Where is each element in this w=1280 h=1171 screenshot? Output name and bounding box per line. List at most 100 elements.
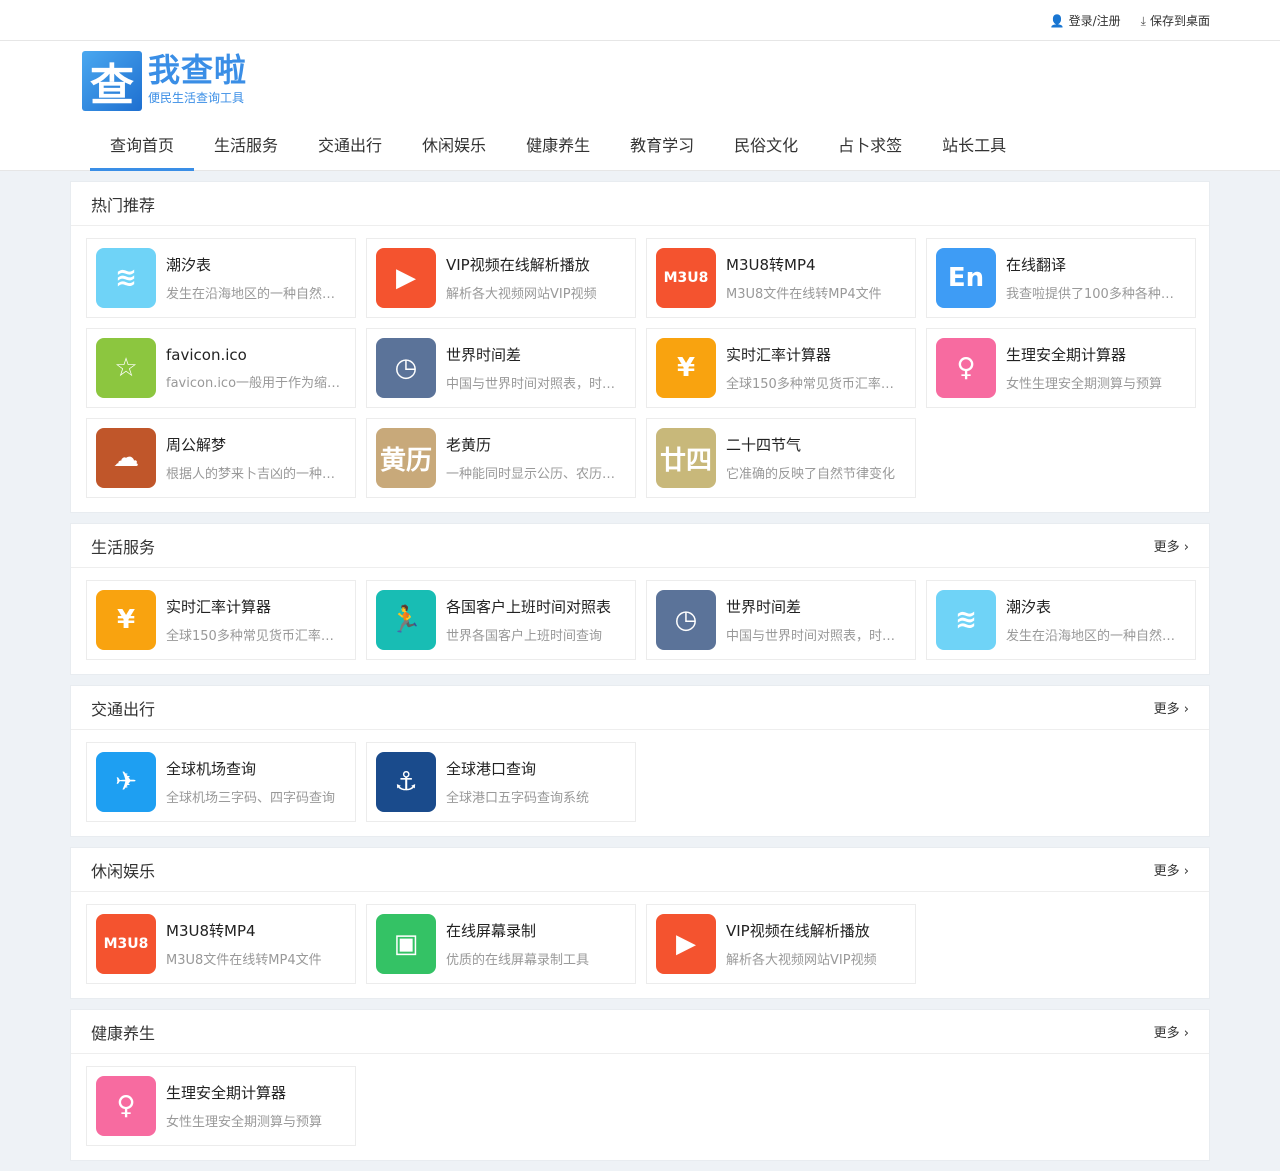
nav-item[interactable]: 查询首页: [90, 125, 195, 171]
tool-title: 全球港口查询: [446, 760, 537, 778]
tool-description: M3U8文件在线转MP4文件: [166, 953, 322, 968]
solar-terms-icon: 廿四: [656, 428, 716, 488]
nav-item[interactable]: 健康养生: [506, 125, 610, 171]
nav-item[interactable]: 交通出行: [298, 125, 402, 171]
user-icon: 👤: [1049, 14, 1065, 28]
tide-icon: ≋: [936, 590, 996, 650]
tool-card[interactable]: ¥ 实时汇率计算器 全球150多种常见货币汇率换算: [86, 580, 356, 660]
download-icon: ⤓: [1140, 14, 1146, 28]
section-title: 交通出行: [91, 699, 156, 719]
top-bar: 👤 登录/注册 ⤓ 保存到桌面: [0, 0, 1280, 41]
more-link[interactable]: 更多 ›: [1154, 1022, 1189, 1041]
more-link[interactable]: 更多 ›: [1154, 698, 1189, 717]
tool-info: 各国客户上班时间对照表 世界各国客户上班时间查询: [446, 596, 626, 644]
nav-item[interactable]: 站长工具: [922, 125, 1026, 171]
tool-info: 潮汐表 发生在沿海地区的一种自然现象: [1006, 596, 1186, 644]
section-3: 休闲娱乐 更多 › M3U8 M3U8转MP4 M3U8文件在线转MP4文件 ▣ 在线屏幕录…: [70, 847, 1210, 999]
tool-grid: ¥ 实时汇率计算器 全球150多种常见货币汇率换算 🏃 各国客户上班时间对照表 世界各国客…: [71, 568, 1209, 674]
tool-title: 世界时间差: [726, 598, 802, 616]
tool-card[interactable]: ♀ 生理安全期计算器 女性生理安全期测算与预算: [926, 328, 1196, 408]
tool-card[interactable]: ▣ 在线屏幕录制 优质的在线屏幕录制工具: [366, 904, 636, 984]
nav-item[interactable]: 占卜求签: [818, 125, 922, 171]
more-link[interactable]: 更多 ›: [1154, 860, 1189, 879]
tool-title: M3U8转MP4: [726, 256, 816, 274]
tool-description: 解析各大视频网站VIP视频: [726, 953, 877, 968]
tool-title: 世界时间差: [446, 346, 522, 364]
tool-title: 实时汇率计算器: [166, 598, 272, 616]
tool-info: 周公解梦 根据人的梦来卜吉凶的一种方法: [166, 434, 346, 482]
tool-description: 它准确的反映了自然节律变化: [726, 467, 896, 482]
tool-card[interactable]: ☁ 周公解梦 根据人的梦来卜吉凶的一种方法: [86, 418, 356, 498]
translate-icon: En: [936, 248, 996, 308]
tool-card[interactable]: ⚓ 全球港口查询 全球港口五字码查询系统: [366, 742, 636, 822]
tool-card[interactable]: ◷ 世界时间差 中国与世界时间对照表，时差查询: [646, 580, 916, 660]
globe-clock-icon: ◷: [656, 590, 716, 650]
section-header: 生活服务 更多 ›: [71, 524, 1209, 568]
section-header: 健康养生 更多 ›: [71, 1010, 1209, 1054]
tool-card[interactable]: ✈ 全球机场查询 全球机场三字码、四字码查询: [86, 742, 356, 822]
m3u8-file-icon: M3U8: [656, 248, 716, 308]
tool-info: 生理安全期计算器 女性生理安全期测算与预算: [1006, 344, 1186, 392]
runner-icon: 🏃: [376, 590, 436, 650]
nav-item[interactable]: 民俗文化: [714, 125, 818, 171]
nav-item[interactable]: 休闲娱乐: [402, 125, 506, 171]
tool-card[interactable]: ▶ VIP视频在线解析播放 解析各大视频网站VIP视频: [366, 238, 636, 318]
tool-info: 老黄历 一种能同时显示公历、农历的历法: [446, 434, 626, 482]
tool-info: 实时汇率计算器 全球150多种常见货币汇率换算: [726, 344, 906, 392]
tide-icon: ≋: [96, 248, 156, 308]
tool-card[interactable]: ☆ favicon.ico favicon.ico一般用于作为缩略图标: [86, 328, 356, 408]
tool-info: VIP视频在线解析播放 解析各大视频网站VIP视频: [446, 254, 626, 302]
tool-card[interactable]: ◷ 世界时间差 中国与世界时间对照表，时差查询: [366, 328, 636, 408]
tool-description: 中国与世界时间对照表，时差查询: [726, 629, 906, 644]
tool-title: VIP视频在线解析播放: [726, 922, 870, 940]
tool-description: 全球机场三字码、四字码查询: [166, 791, 336, 806]
tool-card[interactable]: 🏃 各国客户上班时间对照表 世界各国客户上班时间查询: [366, 580, 636, 660]
tool-description: 解析各大视频网站VIP视频: [446, 287, 597, 302]
almanac-icon: 黄历: [376, 428, 436, 488]
globe-clock-icon: ◷: [376, 338, 436, 398]
tool-grid: ♀ 生理安全期计算器女性生理安全期测算与预算: [71, 1054, 1209, 1160]
main-content: 热门推荐 ≋ 潮汐表 发生在沿海地区的一种自然现象 ▶ VIP视频在线解析播放 解析各大视频…: [70, 181, 1210, 1161]
tool-card[interactable]: ≋ 潮汐表 发生在沿海地区的一种自然现象: [926, 580, 1196, 660]
tool-info: 世界时间差中国与世界时间对照表，时差查询: [726, 596, 906, 644]
nav-item[interactable]: 生活服务: [194, 125, 298, 171]
tool-description: 我查啦提供了100多种各种语言: [1006, 287, 1186, 302]
tool-card[interactable]: En 在线翻译 我查啦提供了100多种各种语言: [926, 238, 1196, 318]
tool-title: 生理安全期计算器: [1006, 346, 1127, 364]
tool-description: 世界各国客户上班时间查询: [446, 629, 603, 644]
section-title: 健康养生: [91, 1023, 156, 1043]
site-logo[interactable]: 查 我查啦 便民生活查询工具: [82, 51, 247, 111]
body-icon: ♀: [96, 1076, 156, 1136]
tool-title: M3U8转MP4: [166, 922, 256, 940]
tool-card[interactable]: ¥ 实时汇率计算器 全球150多种常见货币汇率换算: [646, 328, 916, 408]
logo-tagline: 便民生活查询工具: [148, 91, 245, 105]
tool-description: favicon.ico一般用于作为缩略图标: [166, 375, 346, 391]
section-1: 生活服务 更多 › ¥ 实时汇率计算器 全球150多种常见货币汇率换算 🏃 各国客户上班时间…: [70, 523, 1210, 675]
nav-item[interactable]: 教育学习: [610, 125, 714, 171]
tool-card[interactable]: 黄历 老黄历 一种能同时显示公历、农历的历法: [366, 418, 636, 498]
tool-card[interactable]: 廿四 二十四节气它准确的反映了自然节律变化: [646, 418, 916, 498]
section-header: 休闲娱乐 更多 ›: [71, 848, 1209, 892]
more-link[interactable]: 更多 ›: [1154, 536, 1189, 555]
tool-title: 实时汇率计算器: [726, 346, 832, 364]
screen-record-icon: ▣: [376, 914, 436, 974]
tool-card[interactable]: M3U8 M3U8转MP4 M3U8文件在线转MP4文件: [86, 904, 356, 984]
tool-description: 女性生理安全期测算与预算: [166, 1115, 323, 1130]
tool-card[interactable]: ♀ 生理安全期计算器女性生理安全期测算与预算: [86, 1066, 356, 1146]
logo-name: 我查啦: [148, 51, 248, 89]
logo-mark: 查: [82, 51, 142, 111]
tool-card[interactable]: M3U8 M3U8转MP4 M3U8文件在线转MP4文件: [646, 238, 916, 318]
tool-grid: ≋ 潮汐表 发生在沿海地区的一种自然现象 ▶ VIP视频在线解析播放 解析各大视频网站VI…: [71, 226, 1209, 512]
currency-icon: ¥: [656, 338, 716, 398]
login-register-link[interactable]: 👤 登录/注册: [1050, 12, 1121, 29]
tool-title: 二十四节气: [726, 436, 802, 454]
tool-card[interactable]: ≋ 潮汐表 发生在沿海地区的一种自然现象: [86, 238, 356, 318]
tool-description: 全球150多种常见货币汇率换算: [166, 629, 346, 644]
tool-info: 潮汐表 发生在沿海地区的一种自然现象: [166, 254, 346, 302]
save-to-desktop-link[interactable]: ⤓ 保存到桌面: [1141, 12, 1210, 29]
tool-title: 生理安全期计算器: [166, 1084, 287, 1102]
tool-card[interactable]: ▶ VIP视频在线解析播放 解析各大视频网站VIP视频: [646, 904, 916, 984]
tool-info: M3U8转MP4 M3U8文件在线转MP4文件: [726, 254, 906, 302]
m3u8-file-icon: M3U8: [96, 914, 156, 974]
body-icon: ♀: [936, 338, 996, 398]
